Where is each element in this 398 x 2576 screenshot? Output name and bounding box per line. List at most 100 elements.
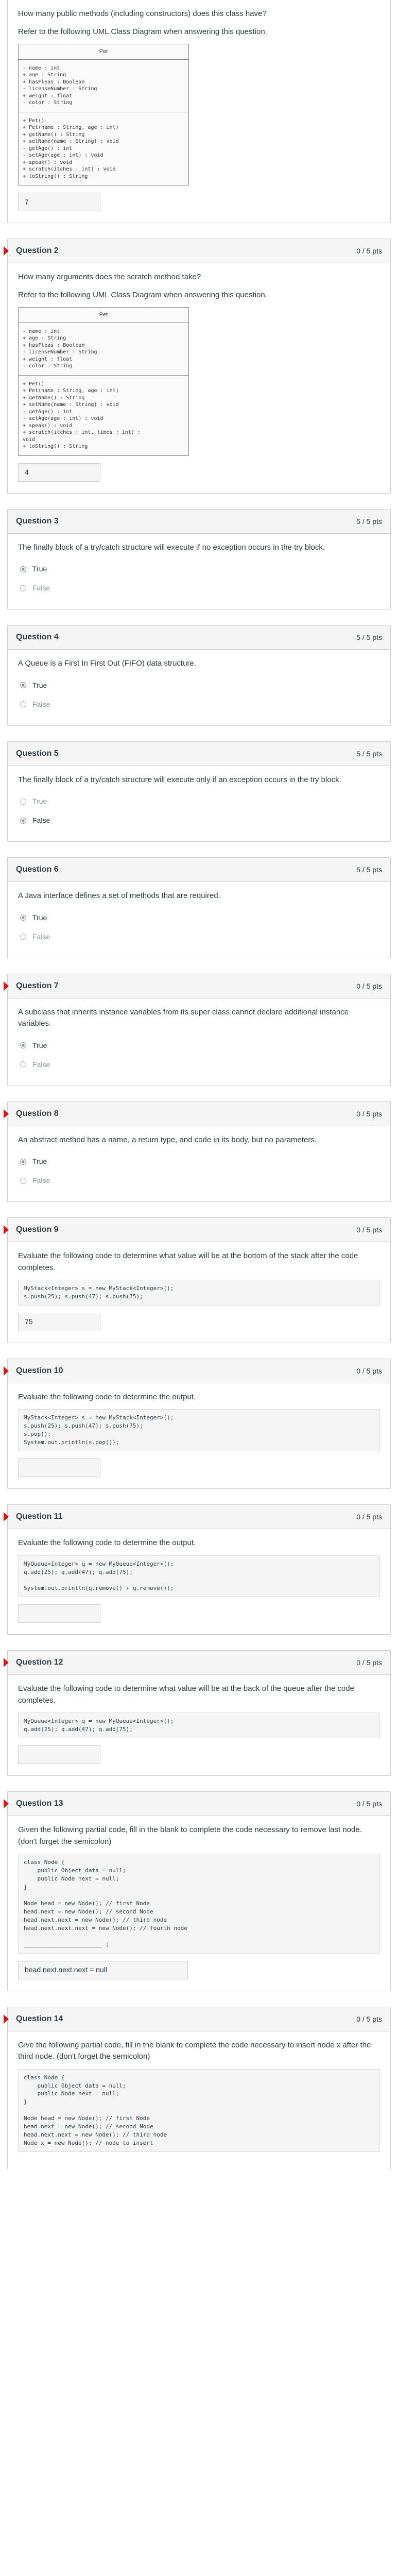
question-4: Question 4 5 / 5 pts A Queue is a First … (7, 625, 391, 726)
code-snippet: MyStack<Integer> s = new MyStack<Integer… (18, 1280, 380, 1306)
option-true[interactable]: True (18, 560, 380, 579)
question-2: Question 2 0 / 5 pts How many arguments … (4, 239, 391, 494)
radio-selected-icon[interactable] (20, 566, 26, 572)
option-false[interactable]: False (18, 1055, 380, 1074)
option-false[interactable]: False (18, 1171, 380, 1190)
question-prompt: A Java interface defines a set of method… (18, 891, 220, 900)
question-points: 5 / 5 pts (356, 866, 382, 874)
code-snippet: MyQueue<Integer> q = new MyQueue<Integer… (18, 1713, 380, 1739)
question-prompt: Evaluate the following code to determine… (18, 1538, 196, 1548)
option-label: True (32, 681, 47, 689)
question-14: Question 14 0 / 5 pts Give the following… (4, 2006, 391, 2170)
option-label: True (32, 797, 47, 805)
option-true[interactable]: True (18, 1036, 380, 1055)
question-header: Question 11 0 / 5 pts (4, 1505, 390, 1530)
option-false[interactable]: False (18, 811, 380, 830)
question-prompt: A Queue is a First In First Out (FIFO) d… (18, 659, 196, 668)
radio-selected-icon[interactable] (20, 682, 26, 688)
question-points: 5 / 5 pts (356, 633, 382, 641)
answer-field (18, 1459, 100, 1478)
question-points: 0 / 5 pts (356, 1109, 382, 1118)
question-prompt: How many arguments does the scratch meth… (18, 273, 201, 281)
code-snippet: class Node { public Object data = null; … (18, 2069, 380, 2152)
question-prompt: An abstract method has a name, a return … (18, 1135, 317, 1144)
question-intro: Refer to the following UML Class Diagram… (18, 27, 267, 36)
radio-icon[interactable] (20, 798, 26, 805)
radio-selected-icon[interactable] (20, 817, 26, 824)
option-label: False (32, 932, 50, 941)
question-prompt: Evaluate the following code to determine… (18, 1251, 358, 1272)
option-label: True (32, 1041, 47, 1049)
question-title: Question 2 (16, 246, 59, 255)
question-title: Question 5 (16, 749, 59, 758)
question-title: Question 6 (16, 865, 59, 874)
option-label: False (32, 700, 50, 708)
question-points: 0 / 5 pts (356, 981, 382, 990)
code-snippet: MyStack<Integer> s = new MyStack<Integer… (18, 1409, 380, 1452)
radio-selected-icon[interactable] (20, 1042, 26, 1048)
answer-field (18, 1604, 100, 1623)
question-prompt: Evaluate the following code to determine… (18, 1684, 354, 1705)
question-9: Question 9 0 / 5 pts Evaluate the follow… (4, 1217, 391, 1343)
option-false[interactable]: False (18, 695, 380, 714)
radio-icon[interactable] (20, 585, 26, 591)
question-title: Question 10 (16, 1366, 63, 1375)
option-true[interactable]: True (18, 1152, 380, 1171)
question-prompt: How many public methods (including const… (18, 9, 267, 18)
question-points: 0 / 5 pts (356, 1513, 382, 1521)
radio-selected-icon[interactable] (20, 914, 26, 921)
question-points: 0 / 5 pts (356, 2014, 382, 2023)
question-title: Question 13 (16, 1799, 63, 1808)
question-header: Question 8 0 / 5 pts (4, 1101, 390, 1126)
radio-icon[interactable] (20, 1061, 26, 1067)
answer-field: head.next.next.next = null (18, 1960, 188, 1979)
question-header: Question 13 0 / 5 pts (4, 1792, 390, 1817)
question-points: 0 / 5 pts (356, 1366, 382, 1375)
uml-class-name: Pet (19, 44, 188, 60)
question-points: 0 / 5 pts (356, 247, 382, 255)
question-title: Question 11 (16, 1512, 63, 1521)
question-points: 0 / 5 pts (356, 1658, 382, 1667)
question-7: Question 7 0 / 5 pts A subclass that inh… (4, 973, 391, 1086)
radio-icon[interactable] (20, 701, 26, 707)
option-label: False (32, 816, 50, 824)
uml-class-name: Pet (19, 308, 188, 323)
question-header: Question 7 0 / 5 pts (4, 974, 390, 998)
question-header: Question 2 0 / 5 pts (4, 239, 390, 263)
uml-fields: - name : int + age : String + hasFleas :… (19, 323, 188, 376)
answer-field: 7 (18, 193, 100, 211)
question-title: Question 3 (16, 516, 59, 526)
radio-icon[interactable] (20, 934, 26, 940)
question-title: Question 7 (16, 981, 59, 990)
option-label: False (32, 1060, 50, 1069)
question-prompt: The finally block of a try/catch structu… (18, 543, 325, 552)
option-true[interactable]: True (18, 676, 380, 695)
option-false[interactable]: False (18, 927, 380, 946)
question-prompt: Give the following partial code, fill in… (18, 2040, 371, 2061)
answer-field (18, 1745, 100, 1765)
question-header: Question 6 5 / 5 pts (8, 858, 390, 882)
uml-class-diagram: Pet - name : int + age : String + hasFle… (18, 307, 189, 456)
question-6: Question 6 5 / 5 pts A Java interface de… (7, 857, 391, 958)
question-points: 5 / 5 pts (356, 517, 382, 526)
radio-icon[interactable] (20, 1177, 26, 1184)
question-13: Question 13 0 / 5 pts Given the followin… (4, 1791, 391, 1991)
question-intro: Refer to the following UML Class Diagram… (18, 290, 267, 299)
uml-fields: - name : int + age : String + hasFleas :… (19, 60, 188, 112)
question-10: Question 10 0 / 5 pts Evaluate the follo… (4, 1358, 391, 1489)
option-true[interactable]: True (18, 792, 380, 811)
question-prompt: Evaluate the following code to determine… (18, 1392, 196, 1401)
question-prompt: The finally block of a try/catch structu… (18, 775, 341, 784)
question-1: How many public methods (including const… (7, 0, 391, 223)
question-header: Question 9 0 / 5 pts (4, 1218, 390, 1242)
question-5: Question 5 5 / 5 pts The finally block o… (7, 741, 391, 842)
option-false[interactable]: False (18, 579, 380, 598)
uml-methods: + Pet() + Pet(name : String, age : int) … (23, 381, 141, 450)
option-label: False (32, 1176, 50, 1184)
radio-selected-icon[interactable] (20, 1158, 26, 1165)
question-header: Question 12 0 / 5 pts (4, 1651, 390, 1675)
question-title: Question 8 (16, 1109, 59, 1118)
question-points: 5 / 5 pts (356, 749, 382, 758)
option-true[interactable]: True (18, 908, 380, 927)
option-label: False (32, 584, 50, 592)
